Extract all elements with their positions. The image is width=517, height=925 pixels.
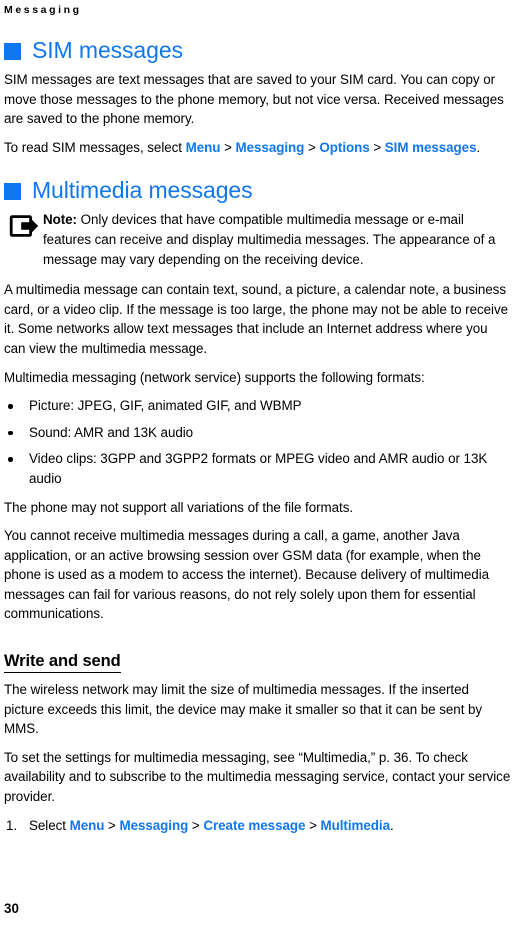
note-text: Only devices that have compatible multim… (43, 212, 496, 267)
paragraph-sim-nav: To read SIM messages, select Menu > Mess… (4, 138, 512, 158)
nav-separator: > (104, 817, 120, 833)
section-heading-sim-messages: SIM messages (4, 38, 512, 63)
section-heading-text: SIM messages (32, 37, 183, 63)
paragraph-settings-reference: To set the settings for multimedia messa… (4, 749, 511, 805)
nav-separator: > (305, 817, 321, 833)
subsection-heading-wrap: Write and send (4, 633, 512, 680)
step-number: 1. (6, 817, 18, 833)
bullet-dot-icon (8, 457, 13, 462)
section-heading-text: Multimedia messages (32, 177, 253, 204)
note-body: Note: Only devices that have compatible … (43, 210, 512, 269)
step-prefix: Select (29, 817, 70, 833)
menu-path-item-create-message[interactable]: Create message (203, 818, 305, 833)
steps-list: 1. Select Menu > Messaging > Create messa… (4, 816, 512, 836)
bullet-dot-icon (8, 404, 13, 409)
paragraph-file-format-variations: The phone may not support all variations… (4, 499, 354, 515)
nav-separator: > (369, 139, 385, 155)
blue-square-bullet-icon (4, 183, 21, 201)
list-item-text: Picture: JPEG, GIF, animated GIF, and WB… (29, 398, 302, 414)
subsection-heading-write-and-send: Write and send (4, 652, 121, 674)
note-callout: Note: Only devices that have compatible … (4, 210, 512, 269)
nav-separator: > (220, 139, 236, 155)
section-heading-multimedia-messages: Multimedia messages (4, 178, 512, 203)
menu-path-item-sim-messages[interactable]: SIM messages (385, 140, 477, 155)
list-item-text: Video clips: 3GPP and 3GPP2 formats or M… (29, 451, 488, 486)
menu-path-item-menu[interactable]: Menu (186, 140, 221, 155)
list-item: Video clips: 3GPP and 3GPP2 formats or M… (4, 449, 512, 488)
paragraph-formats-intro: Multimedia messaging (network service) s… (4, 369, 425, 385)
document-page: Messaging SIM messages SIM messages are … (0, 0, 517, 925)
nav-separator: > (304, 139, 320, 155)
menu-path-item-messaging[interactable]: Messaging (236, 140, 305, 155)
note-label: Note: (43, 212, 77, 228)
nav-suffix: . (476, 139, 481, 155)
format-list: Picture: JPEG, GIF, animated GIF, and WB… (4, 396, 512, 488)
list-item: Sound: AMR and 13K audio (4, 423, 512, 443)
list-item: 1. Select Menu > Messaging > Create messa… (4, 816, 512, 836)
note-arrow-icon (9, 213, 39, 239)
blue-square-bullet-icon (4, 43, 21, 60)
menu-path-item-messaging[interactable]: Messaging (119, 818, 188, 833)
step-suffix: . (389, 817, 394, 833)
paragraph-sim-intro: SIM messages are text messages that are … (4, 72, 504, 127)
paragraph-message-contents: A multimedia message can contain text, s… (4, 282, 508, 356)
bullet-dot-icon (8, 430, 13, 436)
nav-prefix: To read SIM messages, select (4, 139, 186, 155)
menu-path-item-menu[interactable]: Menu (70, 818, 105, 833)
list-item: Picture: JPEG, GIF, animated GIF, and WB… (4, 396, 512, 416)
page-number: 30 (4, 901, 19, 916)
menu-path-item-options[interactable]: Options (319, 140, 369, 155)
menu-path-item-multimedia[interactable]: Multimedia (321, 818, 390, 833)
paragraph-size-limit: The wireless network may limit the size … (4, 682, 483, 737)
nav-separator: > (188, 817, 204, 833)
list-item-text: Sound: AMR and 13K audio (29, 424, 194, 440)
running-head: Messaging (4, 4, 82, 16)
paragraph-cannot-receive: You cannot receive multimedia messages d… (4, 528, 490, 622)
